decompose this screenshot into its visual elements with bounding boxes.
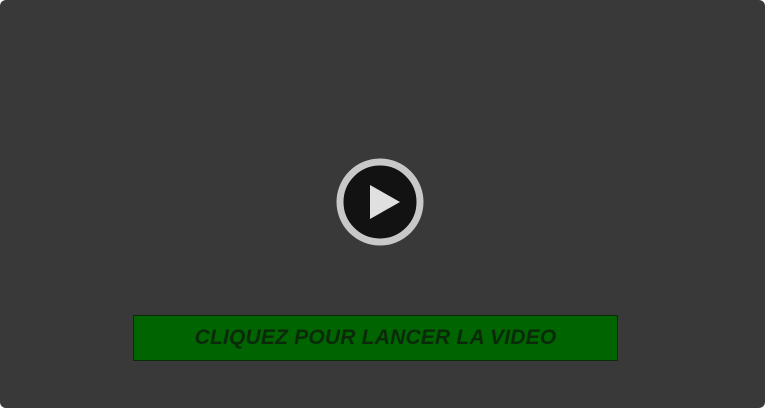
launch-video-label: CLIQUEZ POUR LANCER LA VIDEO: [194, 326, 557, 349]
video-player[interactable]: CLIQUEZ POUR LANCER LA VIDEO: [0, 0, 765, 408]
play-button[interactable]: [336, 158, 424, 246]
play-icon: [336, 158, 424, 246]
launch-video-button[interactable]: CLIQUEZ POUR LANCER LA VIDEO: [133, 315, 618, 361]
